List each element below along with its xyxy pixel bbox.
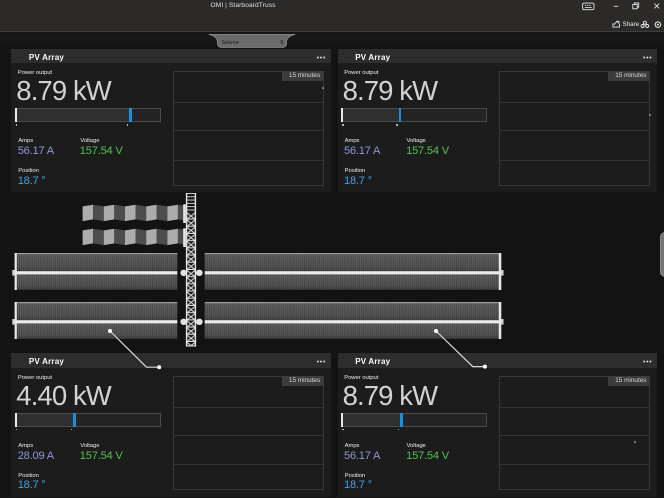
svg-text:Selene: Selene bbox=[221, 40, 238, 46]
svg-text:9: 9 bbox=[280, 40, 283, 46]
